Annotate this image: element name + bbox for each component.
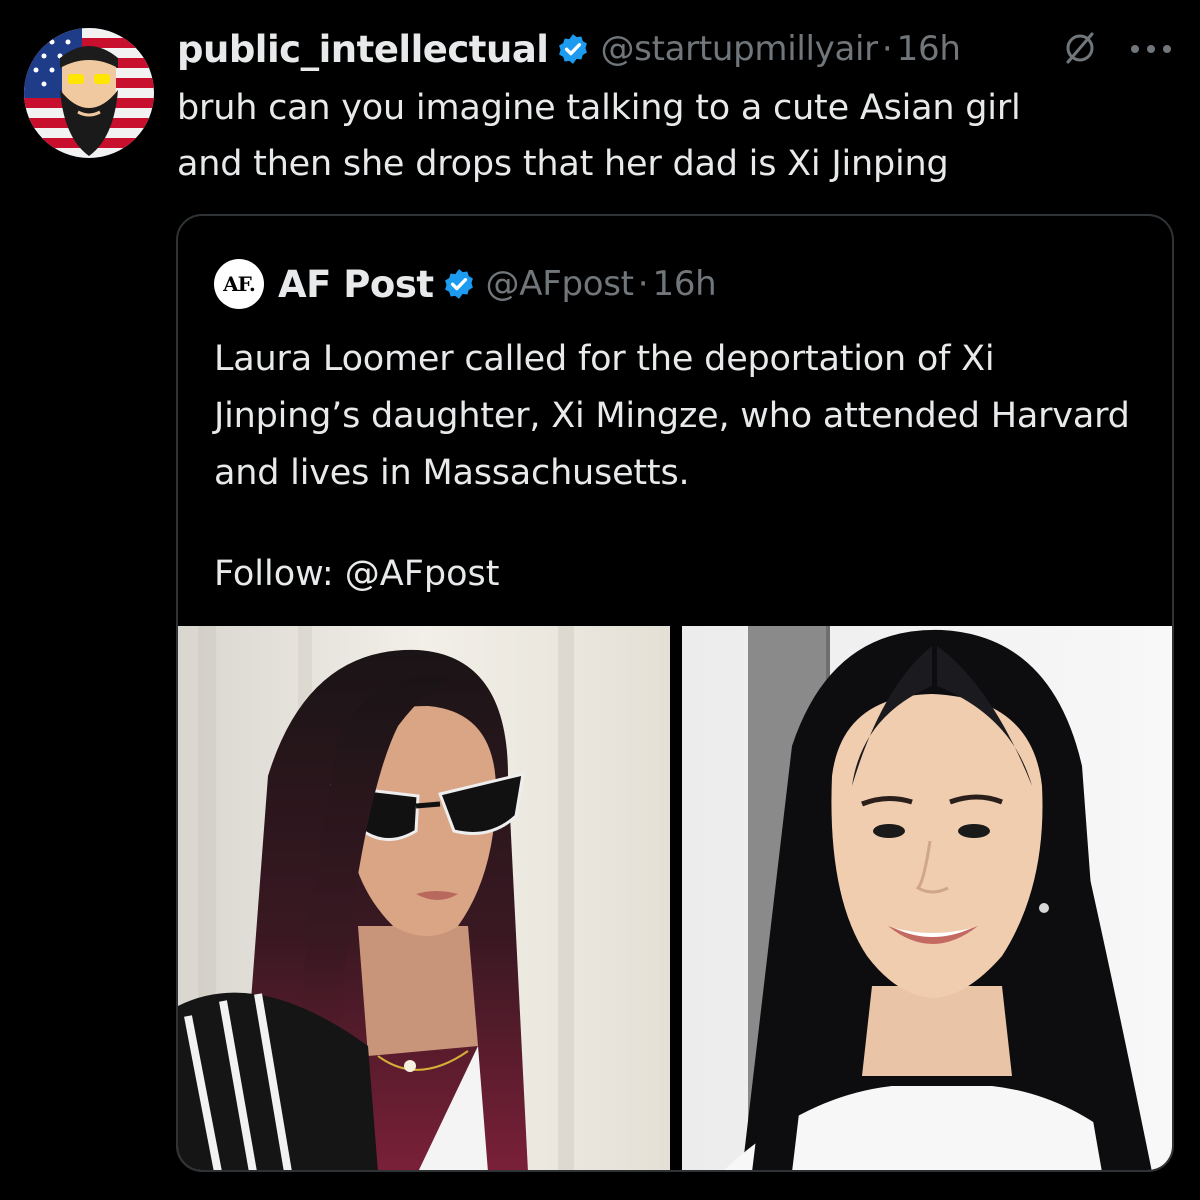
quoted-author-handle[interactable]: @AFpost xyxy=(486,264,634,304)
grok-icon[interactable] xyxy=(1062,30,1098,66)
woman-sunglasses-photo[interactable] xyxy=(178,626,670,1170)
tweet-timestamp[interactable]: 16h xyxy=(897,29,961,69)
quoted-tweet-card[interactable]: AF. AF Post @AFpost · 16h Laura Loomer c… xyxy=(176,214,1174,1172)
young-woman-smiling-photo[interactable] xyxy=(682,626,1172,1170)
quoted-author-display-name[interactable]: AF Post xyxy=(278,263,434,306)
quoted-tweet-text: Laura Loomer called for the deportation … xyxy=(214,339,1130,493)
author-avatar[interactable] xyxy=(24,28,154,158)
separator-dot: · xyxy=(881,29,893,69)
tweet-header: public_intellectual @startupmillyair · 1… xyxy=(177,26,961,72)
author-display-name[interactable]: public_intellectual xyxy=(177,28,549,71)
quoted-tweet-header: AF. AF Post @AFpost · 16h xyxy=(214,258,717,310)
author-handle[interactable]: @startupmillyair xyxy=(600,29,878,69)
quoted-tweet-follow-line: Follow: @AFpost xyxy=(214,554,500,594)
bearded-man-flag-avatar xyxy=(24,28,154,158)
quoted-tweet-timestamp[interactable]: 16h xyxy=(653,264,717,304)
separator-dot: · xyxy=(637,264,649,304)
tweet-text: bruh can you imagine talking to a cute A… xyxy=(177,88,1021,184)
verified-badge-icon xyxy=(559,34,588,64)
quoted-author-avatar[interactable]: AF. xyxy=(214,259,264,309)
verified-badge-icon xyxy=(444,269,473,299)
more-icon[interactable] xyxy=(1128,42,1174,56)
media-grid xyxy=(178,626,1172,1170)
